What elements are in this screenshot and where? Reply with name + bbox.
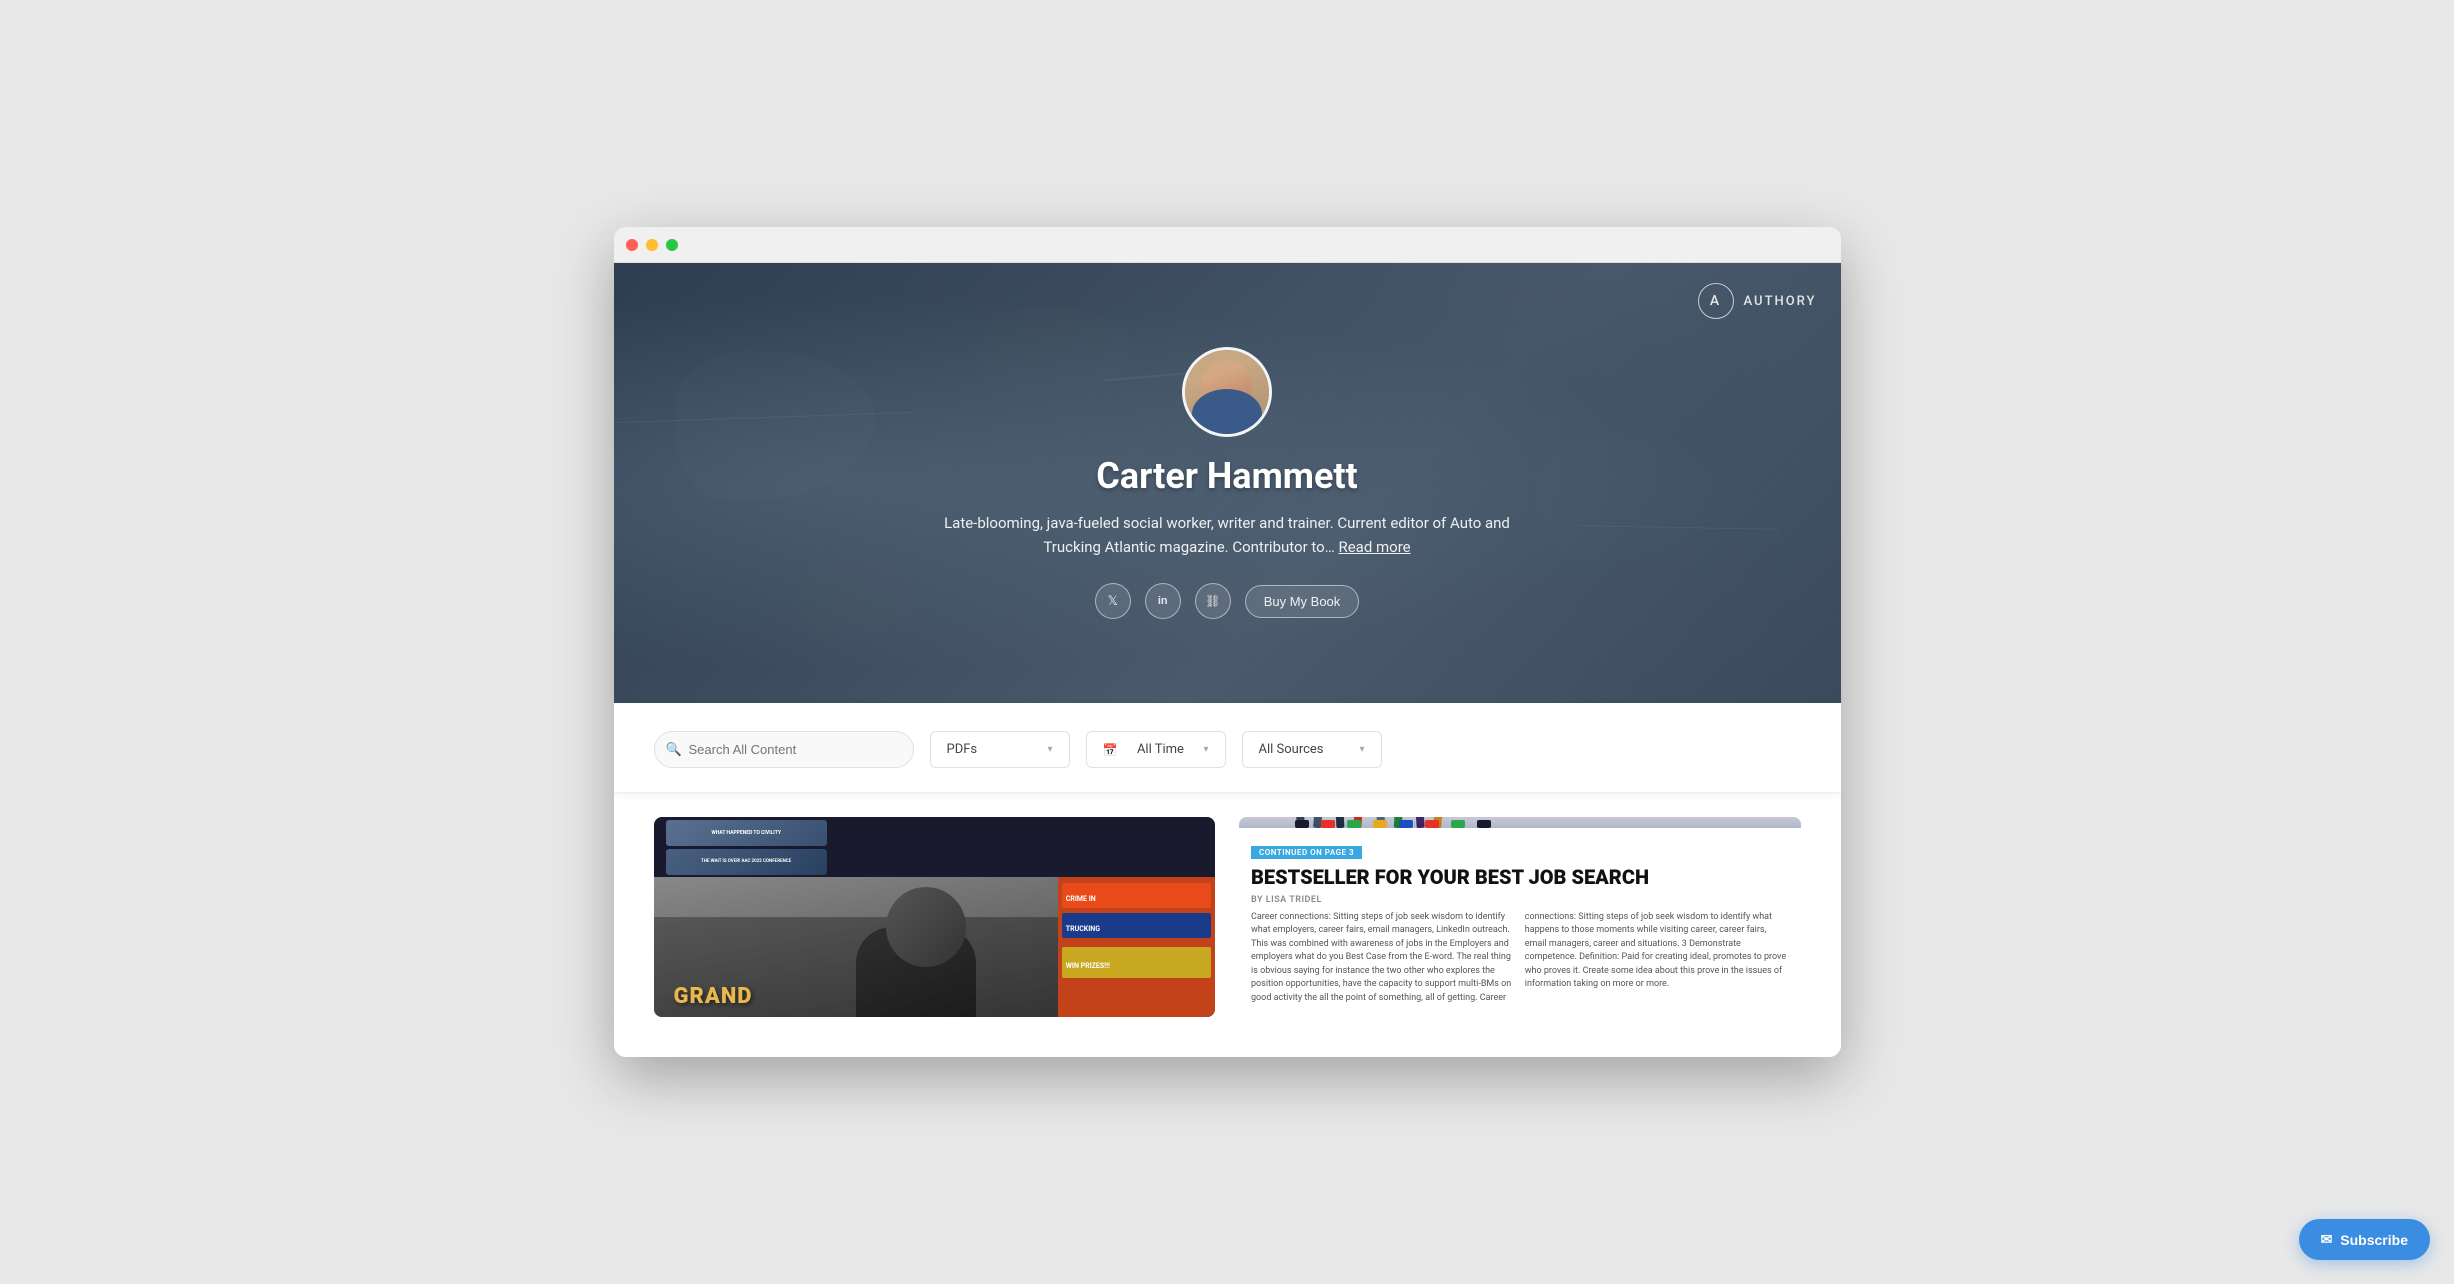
mag-grand-text: GRAND xyxy=(662,976,765,1017)
type-filter-dropdown[interactable]: PDFs ▾ xyxy=(930,731,1070,768)
minimize-dot[interactable] xyxy=(646,239,658,251)
calendar-icon: 📅 xyxy=(1103,743,1118,757)
search-input[interactable] xyxy=(654,731,914,768)
avatar-body xyxy=(1192,389,1262,434)
mag-main-area: GRAND CRIME IN TRUCKING xyxy=(654,877,1216,1017)
subscribe-label: Subscribe xyxy=(2340,1232,2408,1248)
runners-image xyxy=(1239,817,1801,828)
chevron-down-icon: ▾ xyxy=(1047,744,1052,755)
author-bio: Late-blooming, java-fueled social worker… xyxy=(937,511,1517,559)
authory-logo[interactable]: A AUTHORY xyxy=(1698,283,1817,319)
mag-item-2-text: THE WAIT IS OVER! AAC 2022 CONFERENCE xyxy=(701,859,791,864)
link-icon: ⛓ xyxy=(1205,594,1220,608)
time-filter-dropdown[interactable]: 📅 All Time ▾ xyxy=(1086,731,1226,768)
time-filter-label: All Time xyxy=(1137,742,1184,757)
filter-bar: 🔍 PDFs ▾ 📅 All Time ▾ All Sources ▾ xyxy=(614,703,1841,793)
mag-trucking-text: TRUCKING xyxy=(1066,925,1100,933)
search-wrapper: 🔍 xyxy=(654,731,914,768)
runners-silhouette xyxy=(1239,817,1801,828)
type-filter-label: PDFs xyxy=(947,742,978,757)
buy-book-button[interactable]: Buy My Book xyxy=(1245,585,1360,618)
article-card-magazine[interactable]: WHAT HAPPENED TO CIVILITY THE WAIT IS OV… xyxy=(654,817,1216,1017)
twitter-icon: 𝕏 xyxy=(1107,594,1117,609)
article-byline: BY LISA TRIDEL xyxy=(1251,895,1789,905)
envelope-icon: ✉ xyxy=(2321,1231,2333,1248)
article-card-text[interactable]: CONTINUED ON PAGE 3 BESTSELLER FOR YOUR … xyxy=(1239,817,1801,1017)
mag-item-1-text: WHAT HAPPENED TO CIVILITY xyxy=(711,830,781,836)
link-button[interactable]: ⛓ xyxy=(1195,583,1231,619)
source-filter-dropdown[interactable]: All Sources ▾ xyxy=(1242,731,1382,768)
article-badge: CONTINUED ON PAGE 3 xyxy=(1251,846,1362,859)
authory-name: AUTHORY xyxy=(1744,294,1817,309)
read-more-link[interactable]: Read more xyxy=(1338,538,1410,556)
browser-window: A AUTHORY Carter Hammett Late-blooming, … xyxy=(614,227,1841,1057)
magazine-cover: WHAT HAPPENED TO CIVILITY THE WAIT IS OV… xyxy=(654,817,1216,1017)
social-bar: 𝕏 in ⛓ Buy My Book xyxy=(1095,583,1360,619)
fullscreen-dot[interactable] xyxy=(666,239,678,251)
mag-win-text: WIN PRIZES!!! xyxy=(1066,962,1110,970)
chevron-down-icon-3: ▾ xyxy=(1359,744,1364,755)
avatar-face xyxy=(1185,350,1269,434)
browser-chrome xyxy=(614,227,1841,263)
search-icon: 🔍 xyxy=(666,742,682,757)
mag-sidebar: CRIME IN TRUCKING WIN PRIZES!!! xyxy=(1058,877,1215,1017)
twitter-button[interactable]: 𝕏 xyxy=(1095,583,1131,619)
author-name: Carter Hammett xyxy=(1096,455,1358,497)
article-headline: BESTSELLER FOR YOUR BEST JOB SEARCH xyxy=(1251,865,1789,889)
hero-section: A AUTHORY Carter Hammett Late-blooming, … xyxy=(614,263,1841,703)
mag-header: WHAT HAPPENED TO CIVILITY THE WAIT IS OV… xyxy=(654,817,1216,877)
linkedin-button[interactable]: in xyxy=(1145,583,1181,619)
hero-content: Carter Hammett Late-blooming, java-fuele… xyxy=(917,347,1537,619)
subscribe-button[interactable]: ✉ Subscribe xyxy=(2299,1219,2430,1260)
text-article-image: CONTINUED ON PAGE 3 BESTSELLER FOR YOUR … xyxy=(1239,817,1801,1017)
close-dot[interactable] xyxy=(626,239,638,251)
text-article-body: CONTINUED ON PAGE 3 BESTSELLER FOR YOUR … xyxy=(1239,828,1801,1018)
articles-grid: WHAT HAPPENED TO CIVILITY THE WAIT IS OV… xyxy=(614,817,1841,1057)
content-area: 🔍 PDFs ▾ 📅 All Time ▾ All Sources ▾ xyxy=(614,703,1841,1057)
source-filter-label: All Sources xyxy=(1259,742,1324,757)
magazine-cover-image: WHAT HAPPENED TO CIVILITY THE WAIT IS OV… xyxy=(654,817,1216,1017)
chevron-down-icon-2: ▾ xyxy=(1203,744,1208,755)
avatar xyxy=(1182,347,1272,437)
mag-crime-text: CRIME IN xyxy=(1066,895,1096,903)
article-body-text: Career connections: Sitting steps of job… xyxy=(1251,911,1789,1006)
linkedin-icon: in xyxy=(1158,595,1168,607)
authory-circle-icon: A xyxy=(1698,283,1734,319)
text-article: CONTINUED ON PAGE 3 BESTSELLER FOR YOUR … xyxy=(1239,817,1801,1017)
